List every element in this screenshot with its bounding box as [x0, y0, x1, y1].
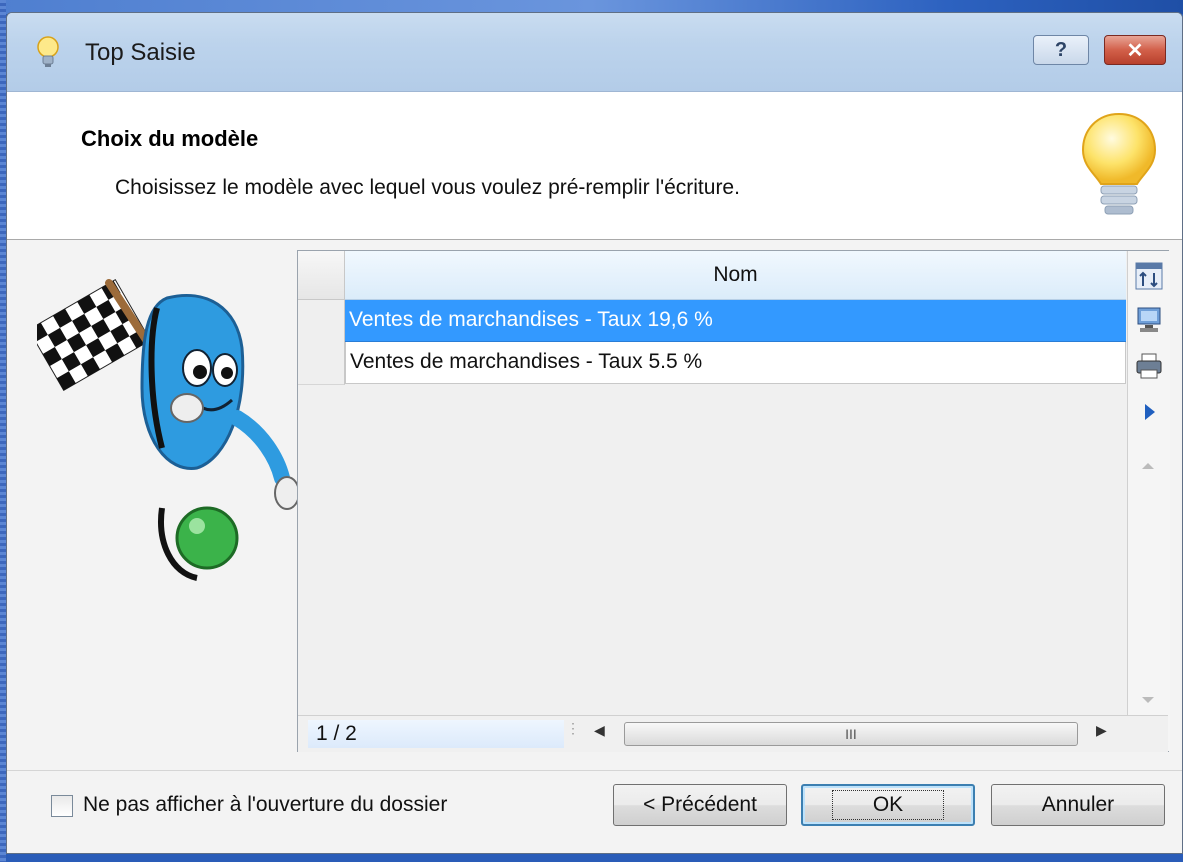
- vertical-scrollbar[interactable]: [1133, 451, 1163, 721]
- title-bar[interactable]: Top Saisie ? ✕: [7, 13, 1182, 92]
- column-header-nom[interactable]: Nom: [345, 251, 1126, 300]
- sort-columns-icon[interactable]: [1134, 261, 1164, 291]
- expand-arrow-icon[interactable]: [1134, 397, 1164, 427]
- hide-on-open-label[interactable]: Ne pas afficher à l'ouverture du dossier: [83, 793, 447, 817]
- page-title: Choix du modèle: [81, 126, 259, 151]
- wizard-header: Choix du modèle Choisissez le modèle ave…: [7, 92, 1182, 240]
- horizontal-scrollbar[interactable]: ◀ III ▶: [584, 720, 1122, 748]
- table-footer: 1 / 2 ⋮ ◀ III ▶: [298, 715, 1168, 752]
- previous-label: < Précédent: [643, 793, 757, 816]
- record-counter: 1 / 2: [308, 720, 564, 748]
- scroll-thumb[interactable]: III: [624, 722, 1078, 746]
- scroll-grip: III: [845, 726, 857, 742]
- mascot-illustration: [37, 279, 300, 581]
- table-row[interactable]: Ventes de marchandises - Taux 5.5 %: [345, 342, 1126, 384]
- row-header[interactable]: [298, 342, 345, 385]
- lightbulb-large-icon: [1081, 112, 1157, 215]
- cancel-button[interactable]: Annuler: [991, 784, 1165, 826]
- model-table: Nom Ventes de marchandises - Taux 19,6 %…: [297, 250, 1170, 752]
- page-description: Choisissez le modèle avec lequel vous vo…: [115, 176, 740, 199]
- lightbulb-icon: [37, 36, 59, 67]
- scroll-up-icon: [1142, 463, 1154, 469]
- cancel-label: Annuler: [1041, 793, 1115, 816]
- ok-label: OK: [831, 790, 945, 820]
- top-saisie-dialog: Top Saisie ? ✕ Choix du modèle Choisisse…: [6, 12, 1183, 854]
- row-label: Ventes de marchandises - Taux 19,6 %: [349, 308, 713, 331]
- close-button[interactable]: ✕: [1104, 35, 1166, 65]
- divider: [7, 770, 1182, 771]
- table-corner: [298, 251, 345, 300]
- window-title: Top Saisie: [85, 39, 196, 66]
- splitter-handle[interactable]: ⋮: [566, 720, 580, 748]
- row-label: Ventes de marchandises - Taux 5.5 %: [350, 350, 703, 373]
- row-header[interactable]: [298, 300, 345, 343]
- scroll-right-icon[interactable]: ▶: [1096, 722, 1107, 739]
- hide-on-open-checkbox[interactable]: [51, 795, 73, 817]
- help-icon: ?: [1054, 38, 1068, 61]
- table-row[interactable]: Ventes de marchandises - Taux 19,6 %: [345, 300, 1126, 342]
- display-icon[interactable]: [1134, 305, 1164, 335]
- close-icon: ✕: [1126, 39, 1144, 62]
- scroll-left-icon[interactable]: ◀: [594, 722, 605, 739]
- scroll-down-icon: [1142, 697, 1154, 703]
- print-icon[interactable]: [1134, 351, 1164, 381]
- column-header-label: Nom: [713, 263, 758, 286]
- previous-button[interactable]: < Précédent: [613, 784, 787, 826]
- ok-button[interactable]: OK: [801, 784, 975, 826]
- help-button[interactable]: ?: [1033, 35, 1089, 65]
